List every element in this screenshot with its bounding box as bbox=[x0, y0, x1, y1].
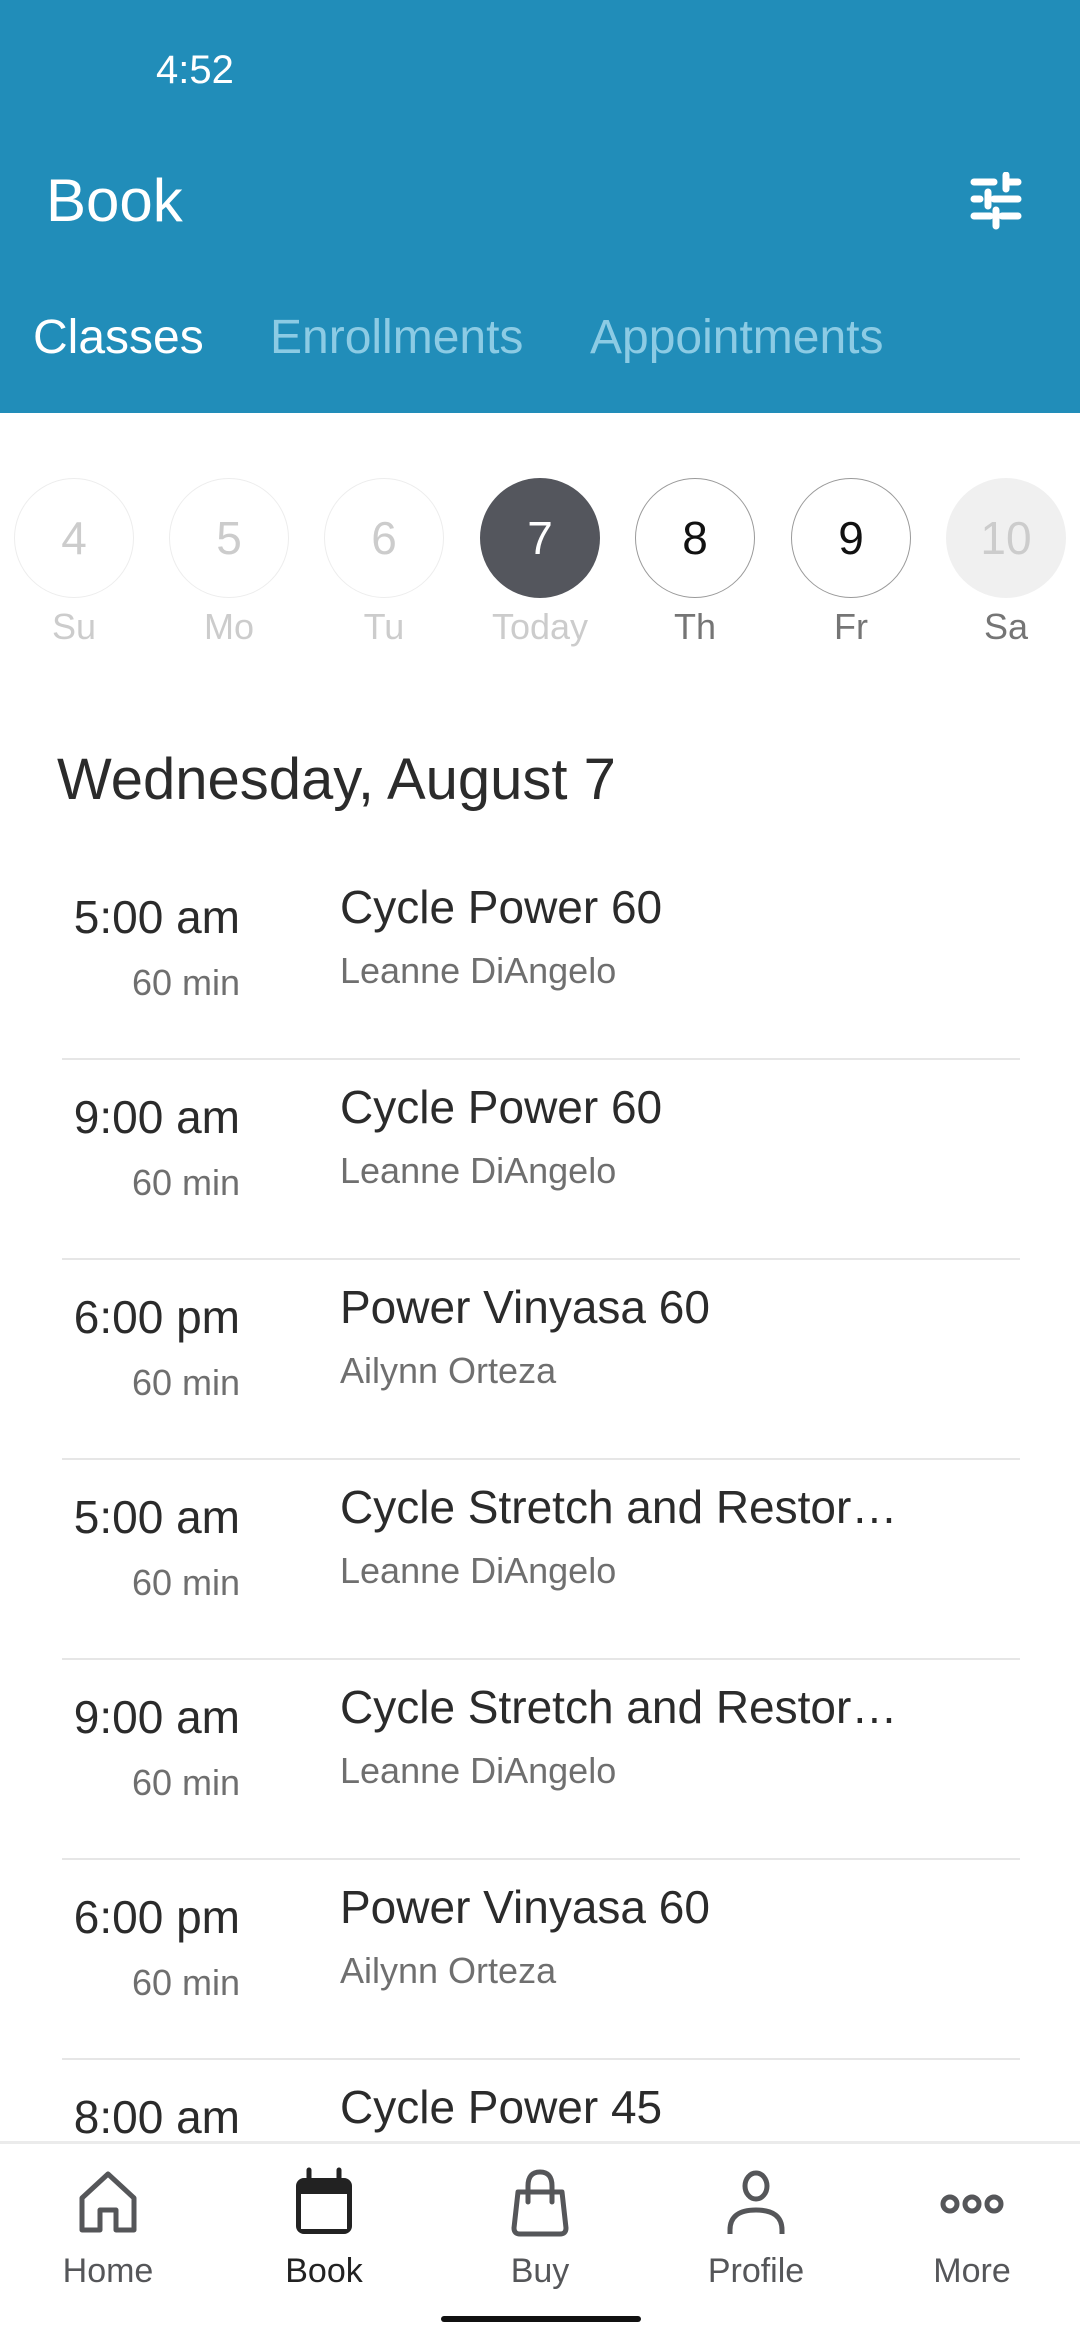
page-title: Book bbox=[46, 167, 183, 234]
nav-label: Buy bbox=[510, 2252, 570, 2290]
class-name: Cycle Power 60 bbox=[340, 881, 663, 933]
nav-buy[interactable]: Buy bbox=[432, 2164, 648, 2291]
nav-label: More bbox=[933, 2252, 1011, 2290]
nav-label: Book bbox=[285, 2252, 363, 2290]
sliders-icon bbox=[970, 171, 1022, 230]
class-instructor: Leanne DiAngelo bbox=[340, 1150, 617, 1191]
home-indicator[interactable] bbox=[441, 2316, 641, 2322]
day-label: Th bbox=[673, 606, 716, 647]
class-row[interactable]: 6:00 pm 60 min Power Vinyasa 60 Ailynn O… bbox=[0, 1260, 1080, 1460]
class-time: 6:00 pm bbox=[73, 1291, 240, 1343]
day-number: 9 bbox=[791, 478, 911, 598]
nav-label: Home bbox=[62, 2252, 154, 2290]
day-item[interactable]: 8 Th bbox=[633, 478, 757, 648]
day-label: Tu bbox=[363, 606, 405, 647]
day-item[interactable]: 5 Mo bbox=[167, 478, 291, 648]
class-duration: 60 min bbox=[131, 1162, 240, 1203]
day-label: Today bbox=[491, 606, 589, 647]
day-item[interactable]: 4 Su bbox=[12, 478, 136, 648]
class-duration: 60 min bbox=[131, 1962, 240, 2003]
day-label: Fr bbox=[834, 606, 868, 647]
selected-date-heading: Wednesday, August 7 bbox=[57, 747, 616, 812]
home-icon bbox=[79, 2171, 137, 2233]
class-row[interactable]: 5:00 am 60 min Cycle Power 60 Leanne DiA… bbox=[0, 860, 1080, 1060]
class-instructor: Ailynn Orteza bbox=[340, 1950, 557, 1991]
class-time: 5:00 am bbox=[73, 1491, 240, 1543]
class-time: 5:00 am bbox=[73, 891, 240, 943]
tab-classes[interactable]: Classes bbox=[33, 310, 204, 365]
day-label: Su bbox=[51, 606, 97, 647]
class-row[interactable]: 6:00 pm 60 min Power Vinyasa 60 Ailynn O… bbox=[0, 1860, 1080, 2060]
day-number: 6 bbox=[324, 478, 444, 598]
class-duration: 60 min bbox=[131, 1362, 240, 1403]
shopping-bag-icon bbox=[511, 2169, 569, 2237]
nav-home[interactable]: Home bbox=[0, 2164, 216, 2291]
day-number: 7 bbox=[480, 478, 600, 598]
status-bar-time: 4:52 bbox=[156, 48, 234, 92]
tab-enrollments[interactable]: Enrollments bbox=[270, 310, 523, 365]
class-row[interactable]: 9:00 am 60 min Cycle Power 60 Leanne DiA… bbox=[0, 1060, 1080, 1260]
class-time: 9:00 am bbox=[73, 1691, 240, 1743]
filter-button[interactable] bbox=[960, 171, 1030, 232]
tab-bar: Classes Enrollments Appointments bbox=[0, 310, 1080, 380]
day-item[interactable]: 9 Fr bbox=[789, 478, 913, 648]
day-label: Mo bbox=[203, 606, 254, 647]
day-item-selected[interactable]: 7 Today bbox=[478, 478, 602, 648]
day-label: Sa bbox=[983, 606, 1029, 647]
day-item[interactable]: 10 Sa bbox=[944, 478, 1068, 648]
class-time: 8:00 am bbox=[73, 2091, 240, 2143]
calendar-icon bbox=[296, 2167, 352, 2234]
nav-book[interactable]: Book bbox=[216, 2164, 432, 2291]
class-name: Power Vinyasa 60 bbox=[340, 1881, 710, 1933]
class-duration: 60 min bbox=[131, 1562, 240, 1603]
tab-appointments[interactable]: Appointments bbox=[590, 310, 884, 365]
class-duration: 60 min bbox=[131, 1762, 240, 1803]
day-item[interactable]: 6 Tu bbox=[322, 478, 446, 648]
app-header: 4:52 Book Classes Enrollments Appointmen… bbox=[0, 0, 1080, 413]
class-name: Cycle Power 45 bbox=[340, 2081, 663, 2133]
class-list: 5:00 am 60 min Cycle Power 60 Leanne DiA… bbox=[0, 860, 1080, 2260]
class-time: 9:00 am bbox=[73, 1091, 240, 1143]
class-time: 6:00 pm bbox=[73, 1891, 240, 1943]
class-name: Power Vinyasa 60 bbox=[340, 1281, 710, 1333]
class-name: Cycle Stretch and Restor… bbox=[340, 1481, 898, 1533]
class-name: Cycle Power 60 bbox=[340, 1081, 663, 1133]
class-instructor: Leanne DiAngelo bbox=[340, 1750, 617, 1791]
class-instructor: Leanne DiAngelo bbox=[340, 950, 617, 991]
class-name: Cycle Stretch and Restor… bbox=[340, 1681, 898, 1733]
day-number: 8 bbox=[635, 478, 755, 598]
more-dots-icon bbox=[940, 2194, 1004, 2214]
class-instructor: Ailynn Orteza bbox=[340, 1350, 557, 1391]
day-number: 5 bbox=[169, 478, 289, 598]
class-row[interactable]: 9:00 am 60 min Cycle Stretch and Restor…… bbox=[0, 1660, 1080, 1860]
nav-more[interactable]: More bbox=[864, 2164, 1080, 2291]
day-number: 4 bbox=[14, 478, 134, 598]
class-row[interactable]: 5:00 am 60 min Cycle Stretch and Restor…… bbox=[0, 1460, 1080, 1660]
person-icon bbox=[727, 2170, 785, 2234]
nav-profile[interactable]: Profile bbox=[648, 2164, 864, 2291]
date-picker-strip: 4 Su 5 Mo 6 Tu 7 Today 8 Th 9 Fr 10 Sa bbox=[0, 478, 1080, 658]
class-duration: 60 min bbox=[131, 962, 240, 1003]
day-number: 10 bbox=[946, 478, 1066, 598]
class-instructor: Leanne DiAngelo bbox=[340, 1550, 617, 1591]
bottom-navigation: Home Book Buy Profile More bbox=[0, 2141, 1080, 2340]
nav-label: Profile bbox=[707, 2252, 805, 2290]
